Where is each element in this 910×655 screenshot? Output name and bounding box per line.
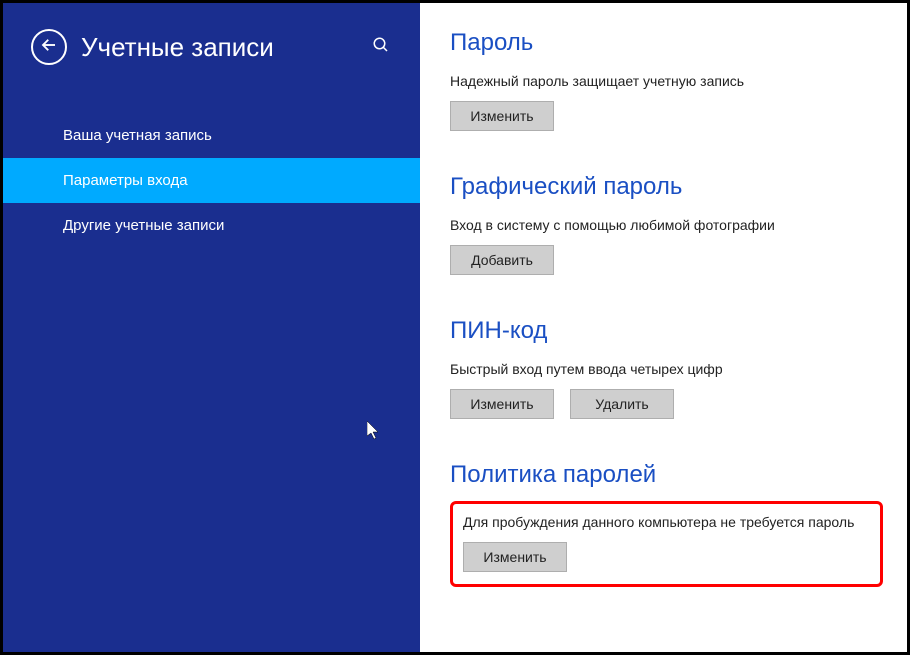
section-title: Политика паролей	[450, 461, 883, 489]
sidebar-header: Учетные записи	[3, 21, 420, 85]
section-title: Графический пароль	[450, 173, 883, 201]
change-pin-button[interactable]: Изменить	[450, 389, 554, 419]
change-password-policy-button[interactable]: Изменить	[463, 542, 567, 572]
section-password-policy: Политика паролей Для пробуждения данного…	[450, 461, 883, 587]
content-panel: Пароль Надежный пароль защищает учетную …	[420, 3, 907, 652]
nav-list: Ваша учетная запись Параметры входа Друг…	[3, 113, 420, 248]
section-desc: Быстрый вход путем ввода четырех цифр	[450, 361, 883, 377]
section-pin: ПИН-код Быстрый вход путем ввода четырех…	[450, 317, 883, 419]
nav-item-label: Параметры входа	[63, 172, 188, 189]
back-button[interactable]	[31, 29, 67, 65]
section-desc: Надежный пароль защищает учетную запись	[450, 73, 883, 89]
nav-item-signin-options[interactable]: Параметры входа	[3, 158, 420, 203]
section-password: Пароль Надежный пароль защищает учетную …	[450, 29, 883, 131]
nav-item-label: Ваша учетная запись	[63, 127, 212, 144]
section-picture-password: Графический пароль Вход в систему с помо…	[450, 173, 883, 275]
remove-pin-button[interactable]: Удалить	[570, 389, 674, 419]
section-title: ПИН-код	[450, 317, 883, 345]
search-button[interactable]	[372, 36, 390, 59]
change-password-button[interactable]: Изменить	[450, 101, 554, 131]
highlighted-policy-box: Для пробуждения данного компьютера не тр…	[450, 501, 883, 587]
nav-item-other-accounts[interactable]: Другие учетные записи	[3, 203, 420, 248]
cursor-icon	[367, 421, 383, 446]
section-desc: Вход в систему с помощью любимой фотогра…	[450, 217, 883, 233]
page-title: Учетные записи	[81, 32, 372, 63]
sidebar: Учетные записи Ваша учетная запись Парам…	[3, 3, 420, 652]
section-title: Пароль	[450, 29, 883, 57]
add-picture-password-button[interactable]: Добавить	[450, 245, 554, 275]
nav-item-your-account[interactable]: Ваша учетная запись	[3, 113, 420, 158]
section-desc: Для пробуждения данного компьютера не тр…	[463, 514, 870, 530]
arrow-left-icon	[40, 36, 58, 59]
search-icon	[372, 41, 390, 58]
nav-item-label: Другие учетные записи	[63, 217, 224, 234]
